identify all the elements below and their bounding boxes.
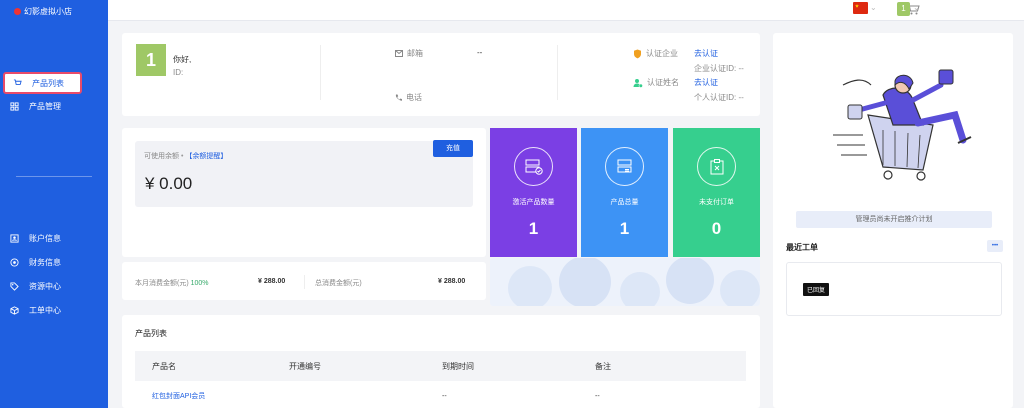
stat-value: 1: [528, 219, 539, 238]
stat-value: 0: [711, 219, 722, 238]
phone-row: 电话: [395, 92, 422, 103]
server-check-icon: [514, 147, 553, 186]
month-spend-label: 本月消费金额(元): [135, 280, 189, 287]
table-header-row: 产品名 开通编号 到期时间 备注: [135, 351, 746, 381]
company-cert-id: 企业认证ID: --: [694, 64, 744, 73]
china-flag-icon[interactable]: [853, 2, 868, 14]
tickets-title: 最近工单: [786, 243, 818, 252]
table-row[interactable]: 红包封面API会员 -- --: [135, 381, 746, 408]
sidebar-item-label: 账户信息: [29, 233, 61, 243]
product-table: 产品名 开通编号 到期时间 备注 红包封面API会员 -- --: [135, 351, 746, 408]
promo-notice: 管理员尚未开启推介计划: [796, 211, 992, 228]
chevron-down-icon[interactable]: ⌄: [870, 3, 877, 12]
user-verify-icon: [633, 78, 643, 88]
tickets-box: 已回复: [786, 262, 1002, 316]
shopping-cart-illustration-icon: [833, 69, 972, 181]
divider: [320, 45, 321, 100]
server-list-icon: [605, 147, 644, 186]
stat-label: 产品总量: [610, 199, 639, 206]
sidebar-item-label: 财务信息: [29, 257, 61, 267]
chevron-down-icon[interactable]: ⌄: [913, 3, 920, 12]
logo-icon: [14, 8, 21, 15]
sidebar-item-label: 工单中心: [29, 305, 61, 315]
sidebar-item-product-list[interactable]: 产品列表: [3, 72, 82, 94]
stat-label: 激活产品数量: [512, 199, 555, 206]
sidebar-item-finance[interactable]: 财务信息: [10, 253, 61, 271]
balance-amount: ¥ 0.00: [145, 174, 193, 193]
sidebar-item-label: 产品管理: [29, 101, 61, 111]
account-icon: [10, 233, 19, 243]
column-header-number: 开通编号: [289, 351, 442, 381]
grid-icon: [10, 101, 19, 111]
product-expire: --: [442, 392, 447, 400]
sidebar-item-product-manage[interactable]: 产品管理: [10, 97, 61, 115]
company-cert-link[interactable]: 去认证: [694, 48, 718, 59]
balance-card: 充值 可使用余额 • 【余额提醒】 ¥ 0.00: [122, 128, 486, 257]
sidebar-divider: [16, 176, 92, 177]
charge-button[interactable]: 充值: [433, 140, 473, 157]
decor-background: [490, 258, 760, 306]
product-name-link[interactable]: 红包封面API会员: [135, 381, 289, 408]
balance-label-row: 可使用余额 • 【余额提醒】: [144, 151, 227, 161]
sidebar-item-label: 产品列表: [32, 78, 64, 88]
month-spend-value: ¥ 288.00: [258, 278, 286, 285]
personal-cert-label: 认证姓名: [647, 78, 679, 87]
balance-label: 可使用余额: [144, 153, 179, 160]
stat-tile-total-products[interactable]: 产品总量 1: [581, 128, 668, 257]
more-icon[interactable]: •••: [987, 240, 1003, 252]
sidebar-item-resources[interactable]: 资源中心: [10, 277, 61, 295]
top-bar: ⌄ 1 ⌄: [108, 0, 1024, 21]
divider: [557, 45, 558, 100]
sidebar-item-account[interactable]: 账户信息: [10, 229, 61, 247]
email-label: 邮箱: [407, 49, 423, 58]
greeting: 你好,: [173, 55, 192, 64]
balance-reminder-link[interactable]: 【余额提醒】: [185, 153, 227, 160]
stat-value: 1: [619, 219, 630, 238]
cart-icon: [13, 78, 22, 85]
product-number: [289, 381, 442, 408]
divider: [304, 275, 305, 289]
stat-label: 未支付订单: [699, 199, 734, 206]
user-id-label: ID:: [173, 68, 184, 77]
user-avatar[interactable]: 1: [897, 2, 910, 16]
column-header-note: 备注: [595, 351, 746, 381]
right-panel: 管理员尚未开启推介计划 最近工单 ••• 已回复: [773, 33, 1013, 408]
sidebar: 幻影虚拟小店 产品列表 产品管理 账户信息 财务信息 资源中心 工单中心: [0, 0, 108, 408]
info-dot-icon: •: [180, 153, 184, 160]
profile-card: 1 你好, ID: 邮箱 -- 电话 认证企业 去认证 企业认证ID: -- 认…: [122, 33, 760, 116]
company-cert-row: 认证企业: [633, 48, 678, 59]
month-spend: 本月消费金额(元) 100%: [135, 278, 209, 288]
personal-cert-link[interactable]: 去认证: [694, 77, 718, 88]
stat-tile-active-products[interactable]: 激活产品数量 1: [490, 128, 577, 257]
cube-icon: [10, 305, 19, 315]
email-value: --: [477, 48, 483, 57]
total-spend-label: 总消费金额(元): [315, 280, 362, 287]
column-header-expire: 到期时间: [442, 351, 595, 381]
product-list-title: 产品列表: [135, 329, 167, 338]
personal-cert-row: 认证姓名: [633, 77, 679, 88]
sidebar-item-label: 资源中心: [29, 281, 61, 291]
stat-tile-unpaid-orders[interactable]: 未支付订单 0: [673, 128, 760, 257]
column-header-name: 产品名: [135, 351, 289, 381]
phone-label: 电话: [406, 93, 422, 102]
shield-icon: [634, 49, 641, 58]
sidebar-item-tickets[interactable]: 工单中心: [10, 301, 61, 319]
product-note: --: [595, 392, 600, 400]
total-spend-value: ¥ 288.00: [438, 278, 466, 285]
user-avatar-large: 1: [136, 44, 166, 76]
clipboard-x-icon: [697, 147, 736, 186]
spending-card: 本月消费金额(元) 100% ¥ 288.00 总消费金额(元) ¥ 288.0…: [122, 262, 486, 300]
finance-icon: [10, 257, 19, 267]
brand-logo[interactable]: 幻影虚拟小店: [14, 6, 72, 17]
mail-icon: [395, 50, 403, 57]
tag-icon: [10, 281, 19, 291]
coins-decoration-icon: [508, 258, 760, 306]
brand-name: 幻影虚拟小店: [24, 7, 72, 16]
company-cert-label: 认证企业: [646, 49, 678, 58]
phone-icon: [395, 94, 402, 101]
email-row: 邮箱: [395, 48, 423, 59]
ticket-status-badge[interactable]: 已回复: [803, 283, 830, 296]
month-spend-pct: 100%: [190, 280, 209, 287]
personal-cert-id: 个人认证ID: --: [694, 93, 744, 102]
